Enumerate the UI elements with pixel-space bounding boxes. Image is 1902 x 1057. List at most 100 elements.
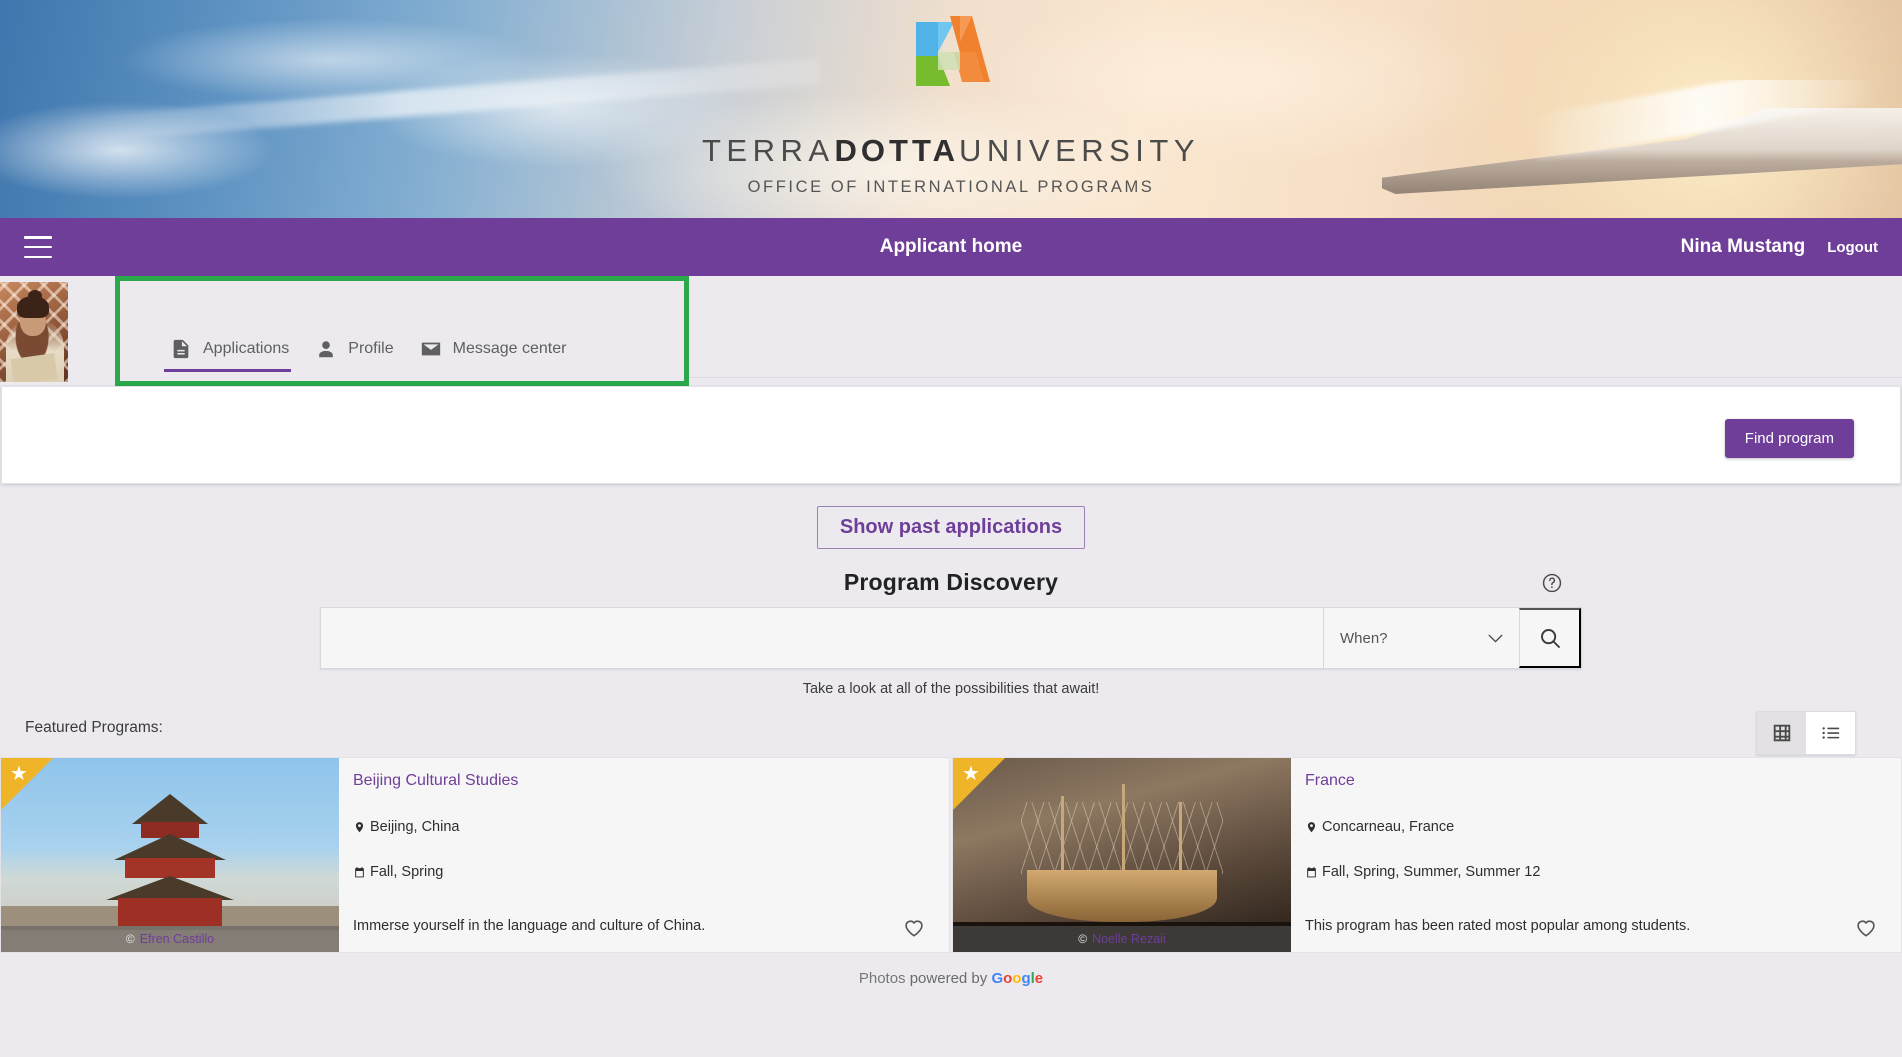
copyright-icon: ©	[1078, 932, 1088, 946]
show-past-applications-wrap: Show past applications	[0, 506, 1902, 549]
map-pin-icon	[1305, 820, 1318, 835]
site-banner: TERRADOTTAUNIVERSITY OFFICE OF INTERNATI…	[0, 0, 1902, 218]
grid-view-button[interactable]	[1757, 712, 1806, 754]
tower-roof	[114, 834, 226, 860]
photos-attribution: Photos powered by Google	[0, 970, 1902, 987]
program-search-bar: When?	[320, 607, 1582, 669]
photo-credit-name[interactable]: Efren Castillo	[140, 932, 214, 946]
photo-tower	[106, 794, 234, 934]
heart-outline-icon	[905, 920, 923, 937]
program-terms-text: Fall, Spring	[370, 864, 444, 880]
discovery-tagline: Take a look at all of the possibilities …	[802, 681, 1100, 697]
program-discovery-section: Show past applications Program Discovery…	[0, 484, 1902, 697]
featured-programs-label: Featured Programs:	[25, 719, 163, 736]
featured-programs-header: Featured Programs:	[0, 711, 1902, 755]
photo-credit: © Noelle Rezaii	[953, 926, 1291, 952]
favorite-button[interactable]	[1853, 914, 1879, 940]
calendar-icon	[1305, 865, 1318, 880]
copyright-icon: ©	[125, 932, 135, 946]
program-card[interactable]: ★ © Efren Castillo Beijing Cultural Stud…	[0, 757, 950, 953]
tower-body	[125, 858, 215, 878]
google-letter: e	[1034, 970, 1044, 987]
tab-label: Profile	[348, 340, 394, 357]
photo-credit-name[interactable]: Noelle Rezaii	[1092, 932, 1166, 946]
program-terms: Fall, Spring	[353, 864, 927, 880]
help-circle-icon[interactable]	[1541, 572, 1563, 594]
discovery-header: Program Discovery	[326, 569, 1576, 596]
program-location: Concarneau, France	[1305, 819, 1879, 835]
list-view-button[interactable]	[1806, 712, 1855, 754]
page-title: Applicant home	[879, 236, 1023, 257]
brand-bold: DOTTA	[834, 133, 959, 168]
search-button[interactable]	[1519, 608, 1581, 668]
brand-title: TERRADOTTAUNIVERSITY	[0, 133, 1902, 169]
discovery-title: Program Discovery	[843, 569, 1059, 595]
list-icon	[1821, 727, 1839, 739]
brand-subtitle: OFFICE OF INTERNATIONAL PROGRAMS	[747, 178, 1155, 196]
program-location: Beijing, China	[353, 819, 927, 835]
hamburger-bar	[24, 236, 52, 239]
hamburger-menu-icon[interactable]	[24, 236, 52, 258]
logout-button[interactable]: Logout	[1827, 239, 1878, 256]
favorite-button[interactable]	[901, 914, 927, 940]
active-tab-underline	[164, 369, 292, 372]
tower-roof	[106, 876, 234, 900]
hamburger-bar	[24, 245, 52, 249]
envelope-icon	[420, 338, 442, 360]
avatar-hair-bun	[28, 290, 42, 302]
avatar	[0, 282, 68, 382]
google-letter: G	[991, 970, 1004, 987]
google-letter: o	[1003, 970, 1013, 987]
photos-word: Photos	[858, 970, 906, 987]
ship-mast	[1061, 796, 1065, 880]
ship-mast	[1179, 802, 1183, 880]
brand-suffix: UNIVERSITY	[959, 133, 1201, 168]
document-icon	[170, 338, 192, 360]
program-card[interactable]: ★ © Noelle Rezaii France Concarneau, Fra…	[952, 757, 1902, 953]
program-description: This program has been rated most popular…	[1305, 918, 1691, 934]
google-letter: g	[1021, 970, 1031, 987]
ship-mast	[1122, 784, 1125, 880]
map-pin-icon	[353, 820, 366, 835]
terra-dotta-triangle-logo-icon	[898, 8, 1004, 98]
program-card-body: France Concarneau, France Fall, Spring, …	[1291, 758, 1901, 952]
program-terms-text: Fall, Spring, Summer, Summer 12	[1322, 864, 1541, 880]
find-program-button[interactable]: Find program	[1724, 419, 1854, 458]
tower-roof	[132, 794, 208, 824]
program-location-text: Beijing, China	[370, 819, 460, 835]
heart-outline-icon	[1857, 920, 1875, 937]
primary-navbar: Applicant home Nina Mustang Logout	[0, 218, 1902, 276]
person-icon	[315, 338, 337, 360]
ship-hull	[1027, 870, 1217, 922]
tabs-list: Applications Profile Message center	[120, 332, 684, 372]
applications-panel: Find program	[1, 386, 1901, 484]
when-dropdown[interactable]: When?	[1323, 608, 1519, 668]
search-input[interactable]	[321, 608, 1323, 668]
user-name[interactable]: Nina Mustang	[1681, 236, 1806, 258]
program-card-body: Beijing Cultural Studies Beijing, China …	[339, 758, 949, 952]
program-terms: Fall, Spring, Summer, Summer 12	[1305, 864, 1879, 880]
show-past-applications-button[interactable]: Show past applications	[816, 506, 1086, 549]
program-photo: ★ © Noelle Rezaii	[953, 758, 1291, 952]
star-icon: ★	[962, 763, 980, 785]
featured-programs-list: ★ © Efren Castillo Beijing Cultural Stud…	[0, 757, 1902, 953]
brand-prefix: TERRA	[701, 133, 835, 168]
chevron-down-icon	[1488, 634, 1503, 643]
tab-label: Applications	[203, 340, 290, 357]
view-mode-toggle	[1756, 711, 1856, 755]
program-title-link[interactable]: Beijing Cultural Studies	[353, 772, 927, 790]
tower-body	[118, 898, 222, 926]
calendar-icon	[353, 865, 366, 880]
tab-message-center[interactable]: Message center	[414, 332, 587, 372]
tab-applications[interactable]: Applications	[164, 332, 309, 372]
star-icon: ★	[10, 763, 28, 785]
when-dropdown-label: When?	[1340, 629, 1388, 647]
program-title-link[interactable]: France	[1305, 772, 1879, 790]
powered-by-text: powered by	[905, 970, 992, 987]
tab-profile[interactable]: Profile	[309, 332, 413, 372]
tabs-highlight-box: Applications Profile Message center	[115, 276, 689, 386]
program-photo: ★ © Efren Castillo	[1, 758, 339, 952]
program-description: Immerse yourself in the language and cul…	[353, 918, 706, 934]
photo-credit: © Efren Castillo	[1, 926, 339, 952]
hamburger-bar	[24, 255, 52, 258]
